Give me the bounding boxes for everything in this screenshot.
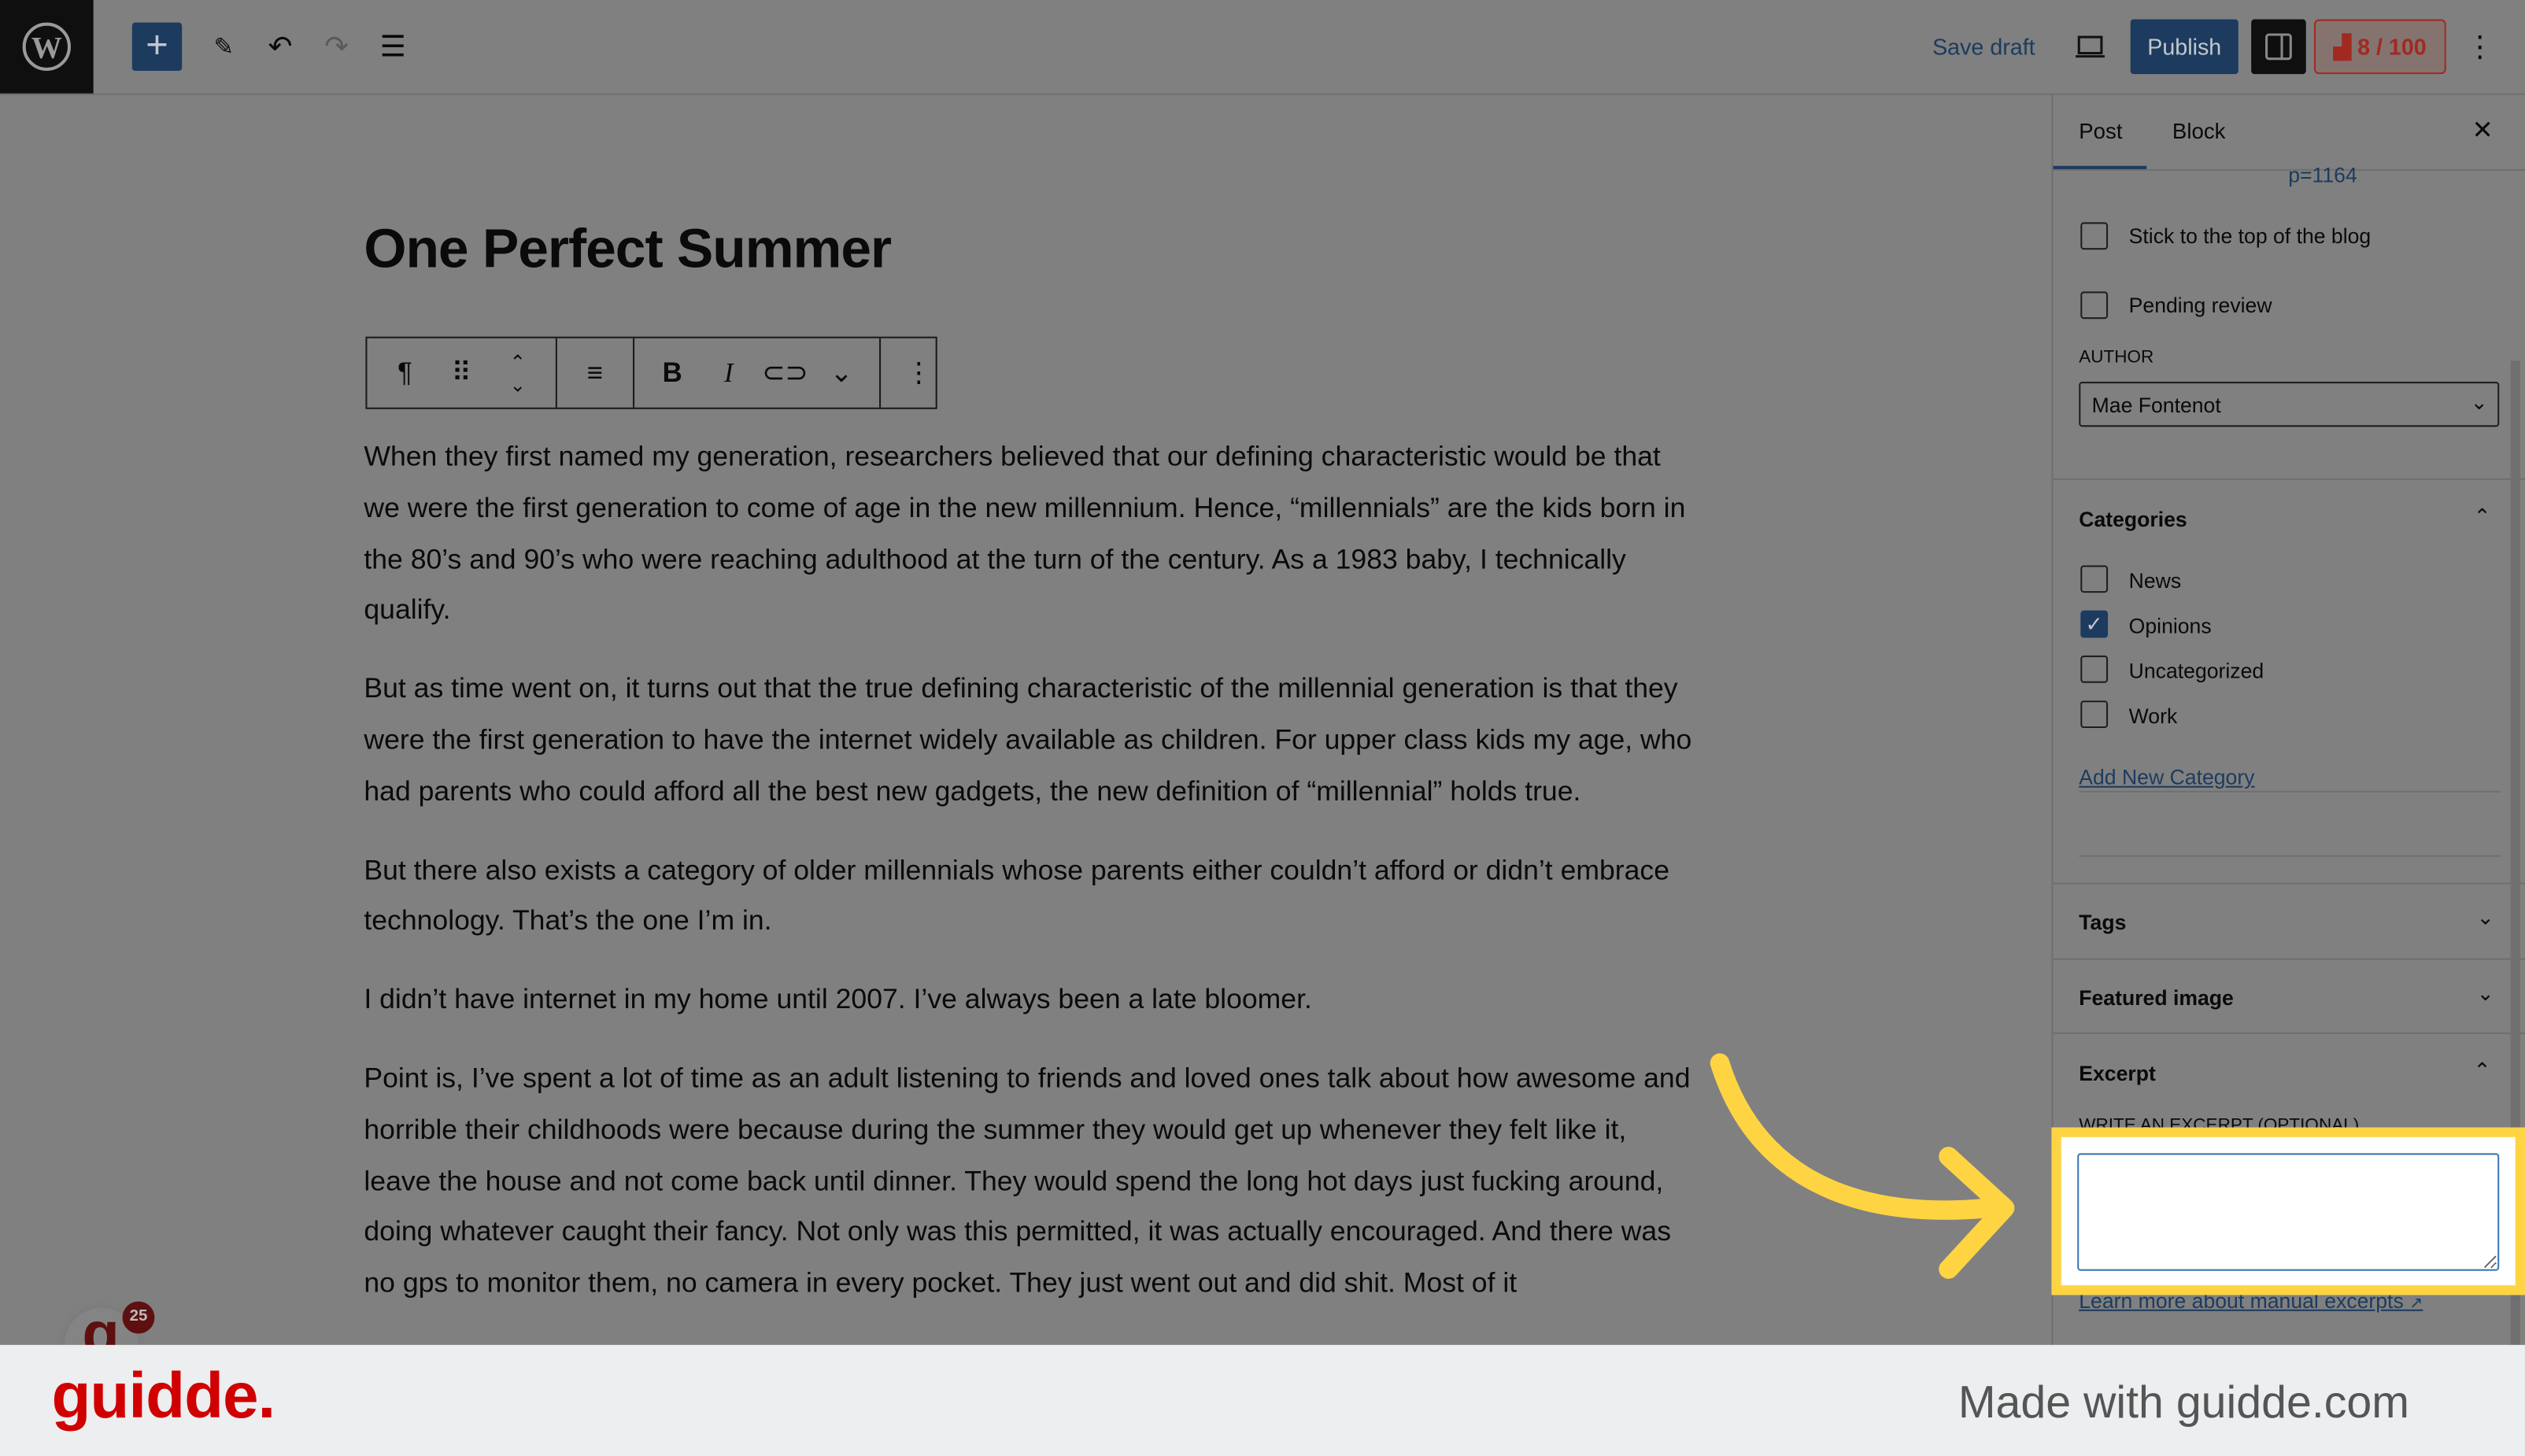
preview-laptop-icon[interactable] xyxy=(2071,23,2109,71)
post-content[interactable]: When they first named my generation, res… xyxy=(364,431,1700,1336)
pencil-icon[interactable]: ✎ xyxy=(206,23,242,71)
notification-badge: 25 xyxy=(122,1301,155,1334)
category-label: News xyxy=(2128,568,2182,593)
chevron-down-icon[interactable]: ⌄ xyxy=(2477,981,2494,1007)
paragraph[interactable]: But there also exists a category of olde… xyxy=(364,845,1700,948)
highlight-box xyxy=(2051,1127,2525,1295)
redo-icon[interactable]: ↷ xyxy=(319,23,354,71)
chevron-up-icon[interactable]: ⌃ xyxy=(2474,1059,2491,1085)
made-with-text: Made with guidde.com xyxy=(1958,1377,2409,1428)
add-category-link[interactable]: Add New Category xyxy=(2079,765,2254,789)
publish-button[interactable]: Publish xyxy=(2130,19,2238,75)
chevron-down-icon[interactable]: ⌄ xyxy=(813,357,870,389)
top-toolbar: W + ✎ ↶ ↷ ☰ Save draft Publish ▟ 8 / 100 … xyxy=(0,0,2525,95)
chevron-down-icon[interactable]: ⌄ xyxy=(2477,905,2494,931)
excerpt-section[interactable]: Excerpt xyxy=(2079,1062,2156,1086)
close-icon[interactable]: ✕ xyxy=(2471,114,2493,146)
category-checkbox-work[interactable] xyxy=(2080,700,2109,729)
pending-checkbox[interactable] xyxy=(2080,291,2109,320)
author-select[interactable]: Mae Fontenot ⌄ xyxy=(2079,382,2500,427)
settings-panel-toggle[interactable] xyxy=(2251,19,2306,75)
tab-block[interactable]: Block xyxy=(2172,119,2226,143)
link-icon[interactable]: ⊂⊃ xyxy=(757,357,814,389)
post-title[interactable]: One Perfect Summer xyxy=(364,219,892,282)
svg-text:W: W xyxy=(31,31,62,65)
paragraph-icon[interactable]: ¶ xyxy=(377,357,434,389)
external-link-icon: ↗ xyxy=(2409,1295,2423,1313)
wordpress-logo[interactable]: W xyxy=(0,0,94,94)
footer-bar: guidde. Made with guidde.com xyxy=(0,1344,2525,1456)
seo-score-button[interactable]: ▟ 8 / 100 xyxy=(2313,19,2446,75)
align-left-icon[interactable]: ≡ xyxy=(567,357,623,389)
featured-image-section[interactable]: Featured image xyxy=(2079,985,2234,1010)
categories-title[interactable]: Categories xyxy=(2079,508,2187,532)
paragraph[interactable]: Point is, I’ve spent a lot of time as an… xyxy=(364,1053,1700,1309)
block-toolbar: ¶ ⠿ ⌃ ⌄ ≡ B I ⊂⊃ ⌄ ⋮ xyxy=(365,336,937,409)
stick-label: Stick to the top of the blog xyxy=(2128,224,2372,249)
tags-section[interactable]: Tags xyxy=(2079,910,2126,934)
guidde-logo: guidde. xyxy=(51,1361,275,1432)
move-up-down-icon[interactable]: ⌃ ⌄ xyxy=(490,350,546,395)
category-checkbox-news[interactable] xyxy=(2080,565,2109,593)
category-label: Work xyxy=(2128,704,2178,729)
wordpress-icon: W xyxy=(22,22,72,72)
chart-icon: ▟ xyxy=(2333,32,2351,59)
arrow-annotation-icon xyxy=(1710,1053,2015,1279)
stick-checkbox[interactable] xyxy=(2080,222,2109,250)
chevron-down-icon: ⌄ xyxy=(2470,390,2488,414)
category-label: Opinions xyxy=(2128,613,2212,638)
add-block-button[interactable]: + xyxy=(131,22,183,72)
options-menu-icon[interactable]: ⋮ xyxy=(2465,23,2494,71)
pending-label: Pending review xyxy=(2128,293,2272,318)
sidebar-tabs: Post Block ✕ xyxy=(2053,95,2525,171)
category-checkbox-opinions[interactable]: ✓ xyxy=(2080,610,2109,638)
paragraph[interactable]: When they first named my generation, res… xyxy=(364,431,1700,636)
permalink[interactable]: p=1164 xyxy=(2288,163,2357,187)
author-label: AUTHOR xyxy=(2079,348,2154,368)
category-checkbox-uncategorized[interactable] xyxy=(2080,655,2109,683)
chevron-up-icon[interactable]: ⌃ xyxy=(2474,504,2491,530)
sidebar-icon xyxy=(2265,33,2292,61)
undo-icon[interactable]: ↶ xyxy=(262,23,298,71)
save-draft-button[interactable]: Save draft xyxy=(1932,23,2035,71)
excerpt-textarea[interactable] xyxy=(2077,1153,2500,1271)
tab-post[interactable]: Post xyxy=(2079,119,2122,143)
drag-handle-icon[interactable]: ⠿ xyxy=(433,357,490,389)
paragraph[interactable]: I didn’t have internet in my home until … xyxy=(364,974,1700,1025)
more-options-icon[interactable]: ⋮ xyxy=(890,357,947,389)
active-tab-indicator xyxy=(2053,165,2147,169)
category-label: Uncategorized xyxy=(2128,659,2264,683)
list-view-icon[interactable]: ☰ xyxy=(375,23,411,71)
italic-icon[interactable]: I xyxy=(701,357,757,389)
paragraph[interactable]: But as time went on, it turns out that t… xyxy=(364,664,1700,818)
bold-icon[interactable]: B xyxy=(644,357,701,389)
